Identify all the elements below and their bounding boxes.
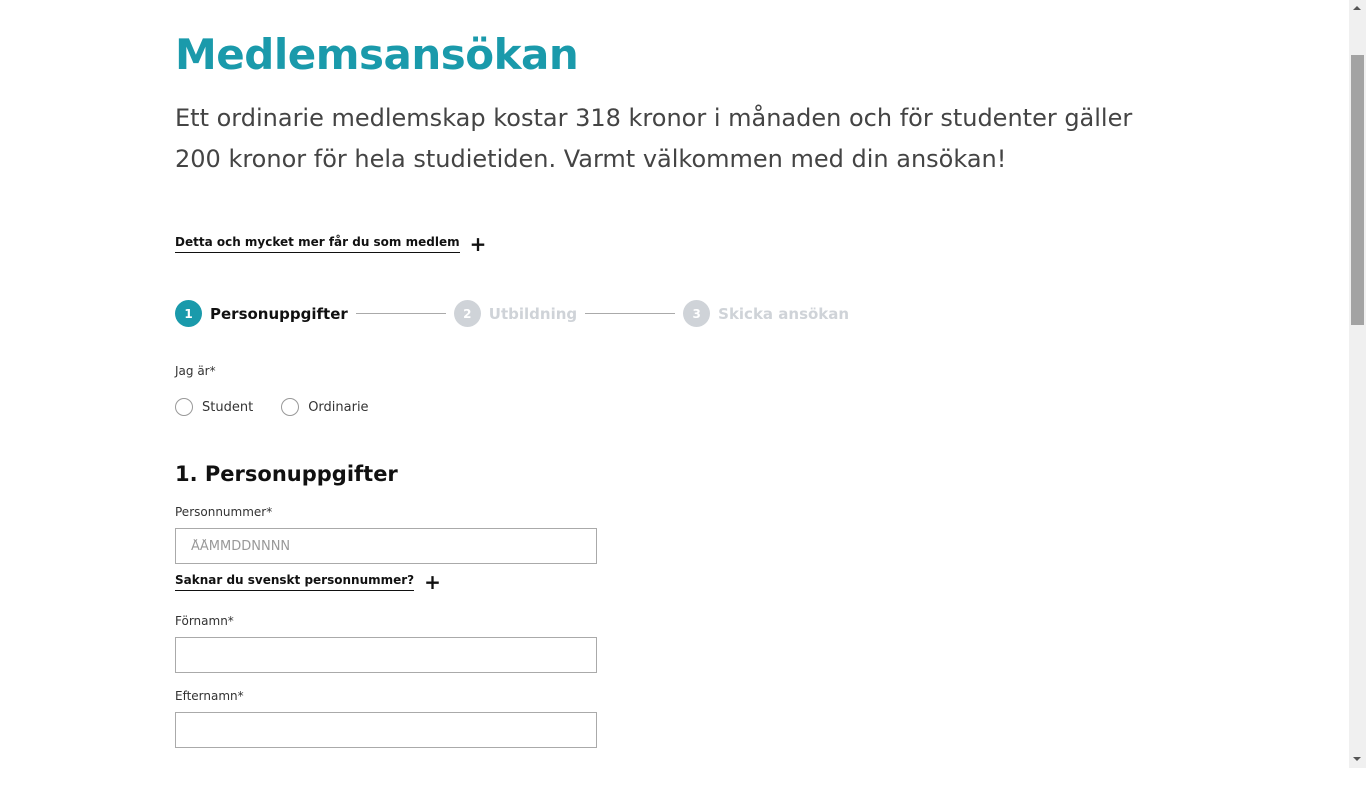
member-benefits-toggle[interactable]: Detta och mycket mer får du som medlem + (175, 234, 486, 254)
no-personnummer-toggle[interactable]: Saknar du svenskt personnummer? + (175, 572, 441, 592)
step-number: 2 (453, 300, 481, 327)
efternamn-input[interactable] (175, 712, 597, 748)
page-title: Medlemsansökan (175, 30, 579, 79)
step-label: Utbildning (488, 304, 578, 323)
step-divider (585, 313, 676, 314)
radio-circle[interactable] (281, 398, 300, 416)
section-title: 1. Personuppgifter (175, 462, 398, 486)
step-1: 1 Personuppgifter (175, 300, 348, 327)
efternamn-label: Efternamn* (175, 689, 244, 703)
personnummer-input[interactable] (175, 528, 597, 564)
progress-stepper: 1 Personuppgifter 2 Utbildning 3 Skicka … (175, 300, 849, 327)
personnummer-label: Personnummer* (175, 505, 273, 519)
radio-circle[interactable] (175, 398, 193, 416)
scroll-down-arrow-icon[interactable] (1353, 757, 1361, 761)
member-benefits-link[interactable]: Detta och mycket mer får du som medlem (175, 235, 460, 253)
scroll-up-arrow-icon[interactable] (1353, 6, 1361, 10)
no-personnummer-link[interactable]: Saknar du svenskt personnummer? (175, 573, 415, 591)
step-2: 2 Utbildning (453, 300, 578, 327)
step-3: 3 Skicka ansökan (683, 300, 849, 327)
member-type-label: Jag är* (175, 364, 216, 378)
step-divider (355, 313, 446, 314)
radio-ordinarie[interactable]: Ordinarie (281, 398, 369, 416)
radio-label: Ordinarie (308, 399, 369, 415)
radio-label: Student (202, 399, 254, 415)
step-number: 1 (175, 300, 202, 327)
member-type-radio-group: Student Ordinarie (175, 398, 369, 416)
vertical-scrollbar[interactable] (1349, 0, 1366, 768)
fornamn-label: Förnamn* (175, 614, 234, 628)
step-label: Personuppgifter (210, 304, 348, 323)
plus-icon[interactable]: + (470, 234, 487, 254)
step-label: Skicka ansökan (718, 304, 850, 323)
step-number: 3 (683, 300, 711, 327)
radio-student[interactable]: Student (175, 398, 253, 416)
plus-icon[interactable]: + (424, 572, 441, 592)
intro-text: Ett ordinarie medlemskap kostar 318 kron… (175, 104, 1133, 173)
fornamn-input[interactable] (175, 637, 597, 673)
scrollbar-thumb[interactable] (1351, 55, 1364, 325)
